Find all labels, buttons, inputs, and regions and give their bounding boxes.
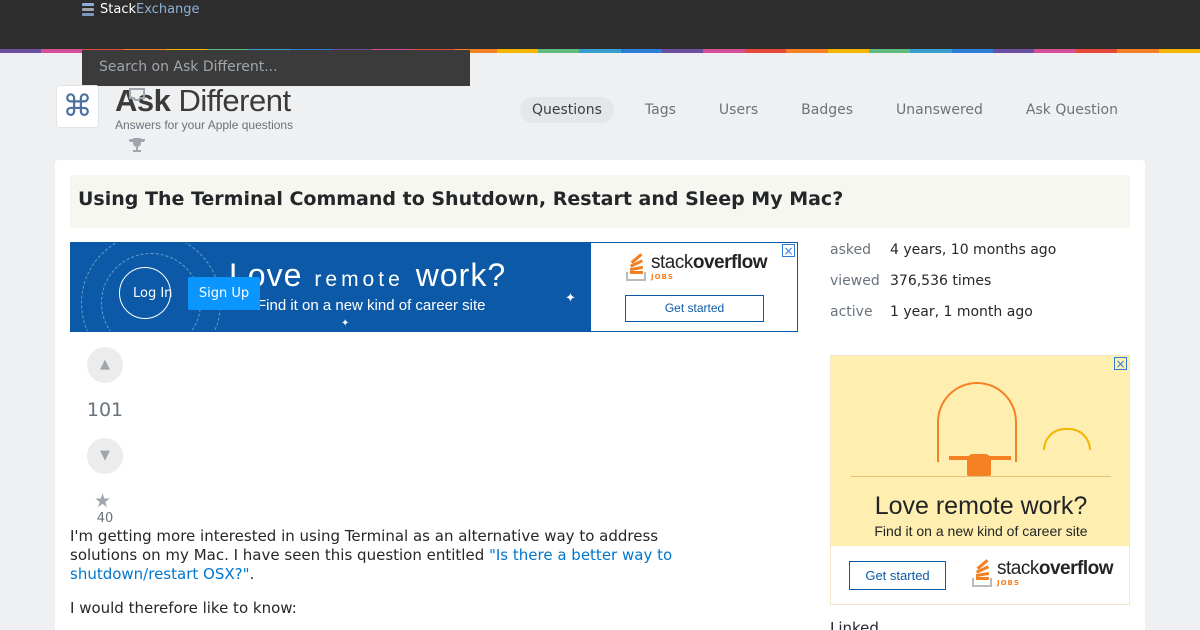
sparkle-icon: ✦ [341,318,350,329]
stackoverflow-icon [971,559,993,587]
downvote-arrow-icon[interactable]: ▼ [87,438,123,474]
rainbow-segment [703,49,745,53]
sidebar-ad[interactable]: Love remote work? Find it on a new kind … [830,355,1130,605]
sparkle-icon: ✦ [565,291,576,306]
close-icon[interactable]: × [1114,357,1127,370]
rainbow-segment [41,49,83,53]
rainbow-segment [1034,49,1076,53]
rainbow-segment [744,49,787,53]
rainbow-segment [1117,49,1159,53]
main-nav: Questions Tags Users Badges Unanswered A… [520,97,1149,123]
site-logo[interactable]: ⌘ Ask Different Answers for your Apple q… [56,85,293,132]
question-body: I'm getting more interested in using Ter… [70,527,690,630]
rainbow-segment [993,49,1035,53]
search-input[interactable]: Search on Ask Different... [82,50,470,86]
active-value[interactable]: 1 year, 1 month ago [890,302,1033,333]
banner-ad[interactable]: Love remote work? Find it on a new kind of… [70,242,798,332]
rainbow-segment [951,49,993,53]
rainbow-segment [827,49,869,53]
command-key-icon: ⌘ [56,85,99,128]
body-paragraph: I would therefore like to know: [70,599,297,617]
nav-ask-question[interactable]: Ask Question [1014,97,1130,123]
stackoverflow-jobs-logo: stackoverflow JOBS [625,253,767,281]
banner-get-started-button[interactable]: Get started [625,295,764,322]
signup-button[interactable]: Sign Up [188,277,260,310]
body-paragraph: I'm getting more interested in using Ter… [70,527,673,583]
linked-heading: Linked [830,619,879,630]
rainbow-segment [786,49,828,53]
nav-users[interactable]: Users [707,97,770,123]
viewed-label: viewed [830,273,880,289]
rainbow-segment [910,49,952,53]
nav-tags[interactable]: Tags [633,97,688,123]
login-button[interactable]: Log In [133,286,172,301]
sidebar-ad-headline: Love remote work? [874,492,1088,520]
active-label: active [830,304,873,320]
nav-unanswered[interactable]: Unanswered [884,97,995,123]
rainbow-segment [620,49,662,53]
stackoverflow-icon [625,253,647,281]
sidebar-ad-subline: Find it on a new kind of career site [874,523,1088,539]
close-icon[interactable]: × [782,244,795,257]
rainbow-segment [496,49,538,53]
nav-badges[interactable]: Badges [789,97,865,123]
rainbow-segment [1158,49,1200,53]
inbox-icon[interactable] [128,87,146,107]
stackoverflow-jobs-logo: stackoverflow JOBS [971,559,1113,587]
favorite-count: 40 [96,511,114,526]
favorite-star-icon[interactable]: ★ [94,490,111,512]
upvote-arrow-icon[interactable]: ▲ [87,347,123,383]
sidebar-get-started-button[interactable]: Get started [849,561,946,590]
rainbow-segment [868,49,911,53]
top-bar: StackExchange [0,0,1200,49]
stackexchange-logo[interactable]: StackExchange [82,1,200,17]
banner-headline: Love remote work? [229,257,507,293]
site-tagline: Answers for your Apple questions [115,118,294,132]
viewed-value: 376,536 times [890,273,992,289]
stackexchange-icon [82,2,94,16]
nav-questions[interactable]: Questions [520,97,614,123]
rainbow-segment [579,49,621,53]
rainbow-segment [537,49,580,53]
asked-label: asked [830,242,871,258]
brand-stack: Stack [100,1,136,17]
rainbow-segment [662,49,704,53]
brand-exchange: Exchange [136,1,200,17]
banner-subline: Find it on a new kind of career site [257,297,486,314]
question-title[interactable]: Using The Terminal Command to Shutdown, … [70,175,1130,228]
trophy-icon[interactable] [128,137,146,157]
rainbow-segment [1075,49,1118,53]
question-stats: asked 4 years, 10 months ago viewed 376,53… [830,240,1056,333]
vote-count: 101 [86,399,124,421]
asked-value[interactable]: 4 years, 10 months ago [890,240,1056,271]
rainbow-segment [0,49,42,53]
